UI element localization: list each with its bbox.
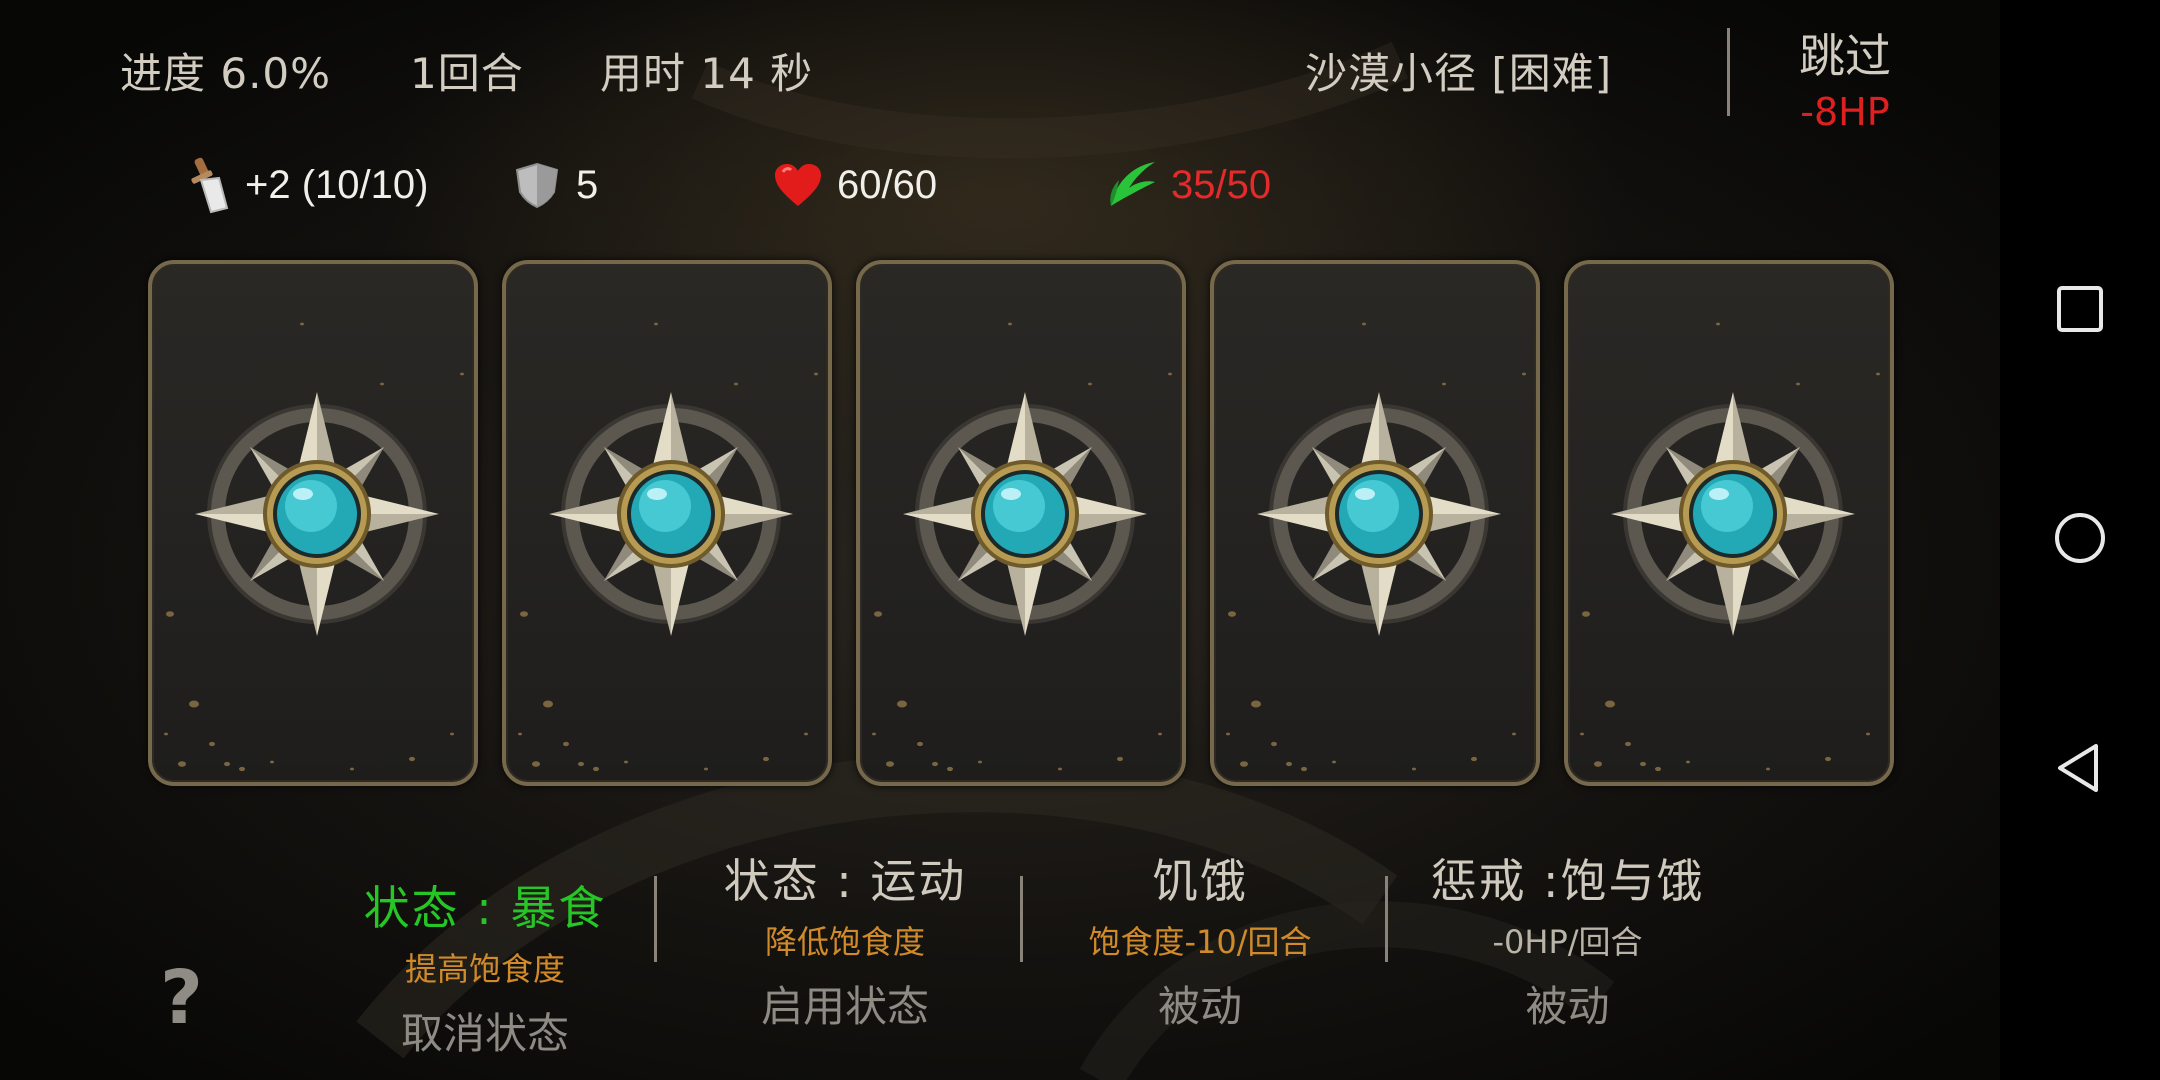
passive-label: 被动 xyxy=(1157,982,1242,1031)
weapon-value: +2 (10/10) xyxy=(245,162,429,207)
food-value: 35/50 xyxy=(1171,162,1272,207)
status-desc: -0HP/回合 xyxy=(1492,923,1643,961)
help-button[interactable]: ? xyxy=(160,955,203,1041)
passive-label: 被动 xyxy=(1525,982,1610,1031)
compass-emblem-icon xyxy=(195,392,439,636)
status-desc: 饱食度-10/回合 xyxy=(1088,923,1312,961)
status-desc: 降低饱食度 xyxy=(764,923,925,961)
skip-label: 跳过 xyxy=(1799,29,1891,83)
card-row xyxy=(148,260,1898,790)
cancel-status-button[interactable]: 取消状态 xyxy=(330,1000,640,1061)
circle-icon[interactable] xyxy=(2050,508,2110,568)
level-name: 沙漠小径 [困难] xyxy=(1305,49,1613,98)
enable-status-button[interactable]: 启用状态 xyxy=(690,973,1000,1034)
divider xyxy=(1385,876,1388,962)
armor-value: 5 xyxy=(576,162,599,207)
divider xyxy=(1020,876,1023,962)
armor-stat: 5 xyxy=(512,150,598,220)
heart-icon xyxy=(775,164,821,206)
compass-emblem-icon xyxy=(1611,392,1855,636)
status-title: 饥饿 xyxy=(1152,854,1248,908)
health-value: 60/60 xyxy=(837,162,938,207)
card-4[interactable] xyxy=(1210,260,1540,786)
status-exercise: 状态 : 运动 降低饱食度 启用状态 xyxy=(690,845,1000,1034)
divider xyxy=(1727,28,1730,116)
skip-cost: -8HP xyxy=(1800,90,1890,134)
status-title: 惩戒 :饱与饿 xyxy=(1430,854,1705,908)
card-3[interactable] xyxy=(856,260,1186,786)
triangle-back-icon[interactable] xyxy=(2050,738,2110,798)
status-title: 状态 : 运动 xyxy=(723,854,967,908)
food-stat: 35/50 xyxy=(1105,150,1271,220)
leaf-icon xyxy=(1110,162,1155,206)
compass-emblem-icon xyxy=(1257,392,1501,636)
sword-icon xyxy=(191,157,229,214)
android-navbar xyxy=(2000,0,2160,1080)
status-hunger: 饥饿 饱食度-10/回合 被动 xyxy=(1050,845,1350,1034)
status-desc: 提高饱食度 xyxy=(404,950,565,988)
health-stat: 60/60 xyxy=(773,150,937,220)
shield-icon xyxy=(515,162,559,209)
card-1[interactable] xyxy=(148,260,478,786)
game-screen: 进度 6.0% 1回合 用时 14 秒 沙漠小径 [困难] 跳过 -8HP +2… xyxy=(0,0,2160,1080)
weapon-stat: +2 (10/10) xyxy=(185,150,428,220)
progress-text: 进度 6.0% xyxy=(120,49,332,98)
compass-emblem-icon xyxy=(549,392,793,636)
status-gluttony: 状态 : 暴食 提高饱食度 取消状态 xyxy=(330,872,640,1061)
divider xyxy=(654,876,657,962)
square-icon[interactable] xyxy=(2050,279,2110,339)
skip-button[interactable]: 跳过 -8HP xyxy=(1765,20,1925,134)
compass-emblem-icon xyxy=(903,392,1147,636)
round-counter: 1回合 xyxy=(410,49,524,98)
elapsed-time: 用时 14 秒 xyxy=(600,49,814,98)
status-punishment: 惩戒 :饱与饿 -0HP/回合 被动 xyxy=(1390,845,1745,1034)
card-5[interactable] xyxy=(1564,260,1894,786)
card-2[interactable] xyxy=(502,260,832,786)
status-title: 状态 : 暴食 xyxy=(363,881,607,935)
